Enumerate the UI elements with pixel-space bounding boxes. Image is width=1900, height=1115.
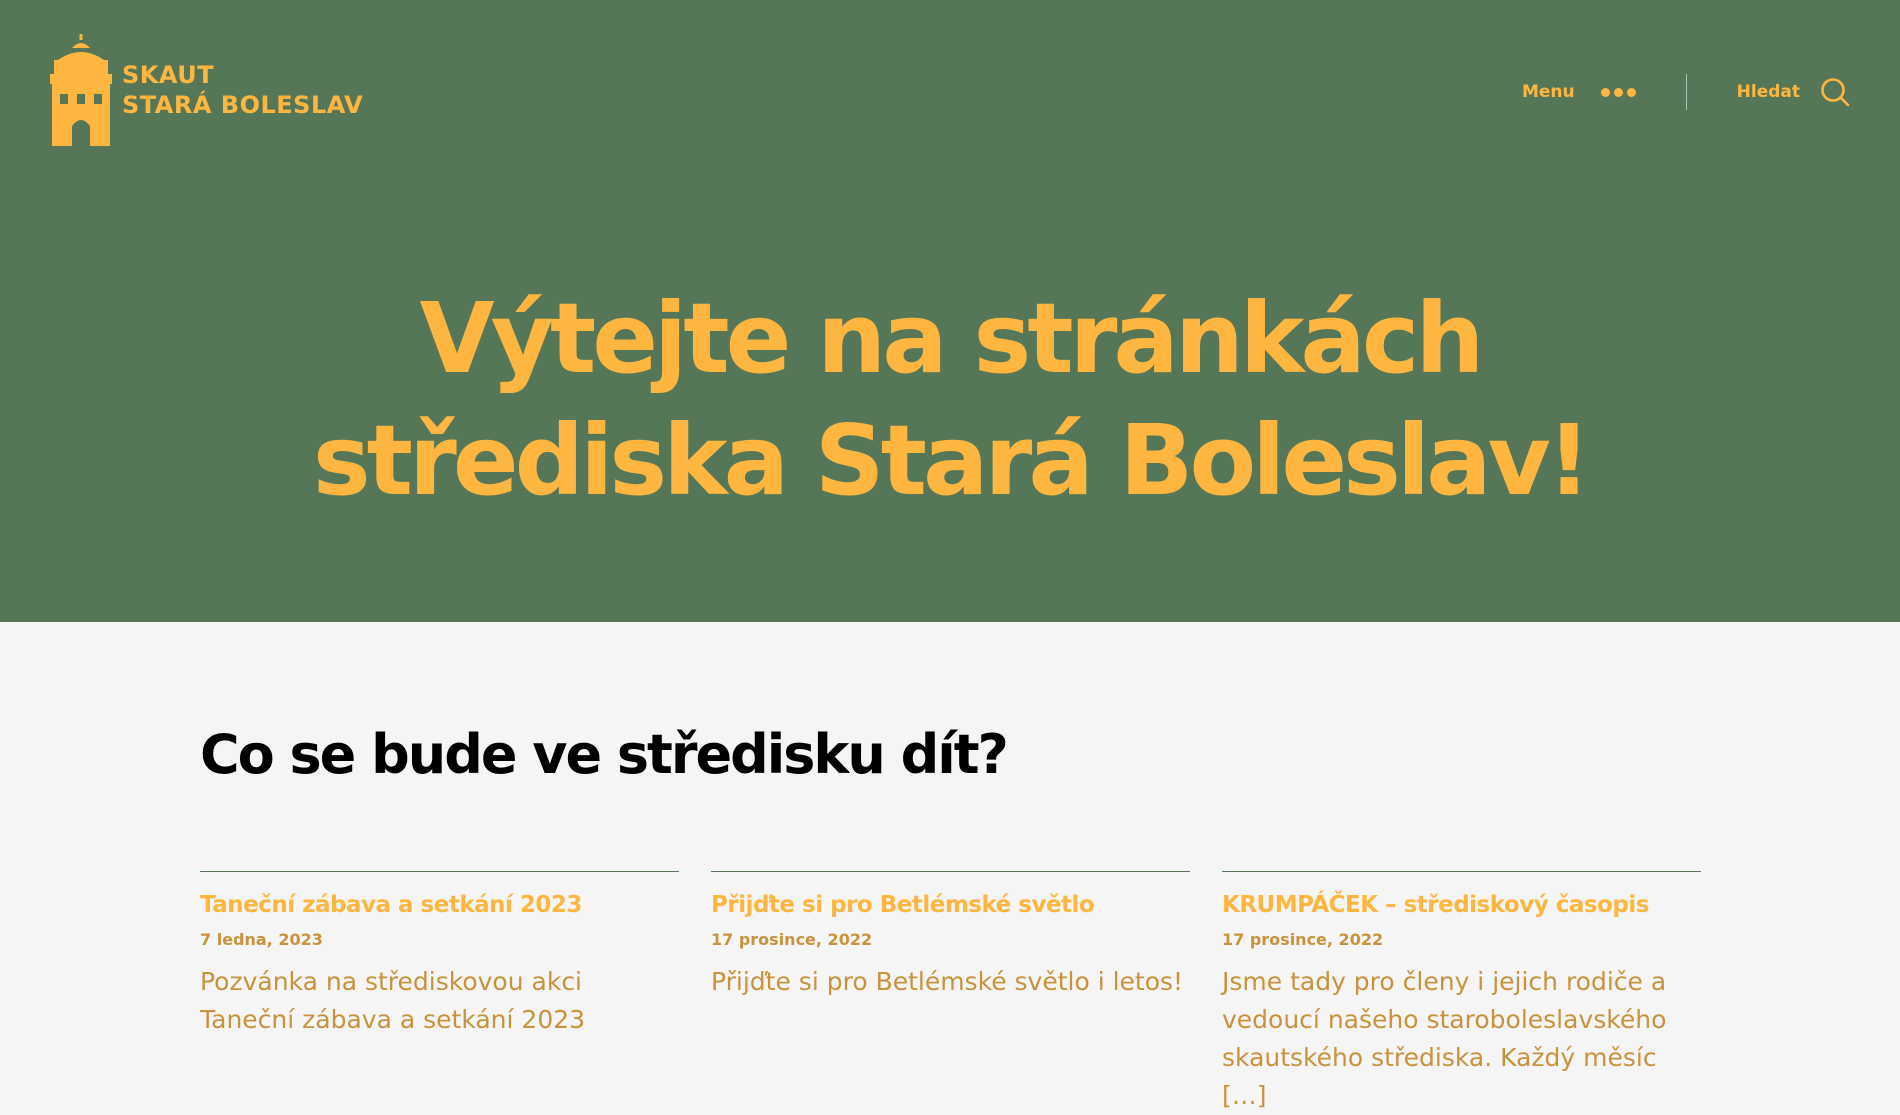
search-icon <box>1821 78 1850 107</box>
site-logo-link[interactable]: SKAUT STARÁ BOLESLAV <box>50 34 363 146</box>
post-excerpt: Přijďte si pro Betlémské světlo i letos! <box>711 967 1184 996</box>
menu-button[interactable]: Menu <box>1522 82 1636 102</box>
post-date: 17 prosince, 2022 <box>1222 930 1384 949</box>
search-label: Hledat <box>1736 82 1800 102</box>
post-excerpt: Jsme tady pro členy i jejich rodiče a ve… <box>1222 967 1667 1110</box>
header-divider <box>1685 74 1687 110</box>
post-excerpt: Pozvánka na střediskovou akci Taneční zá… <box>200 967 586 1034</box>
post-date: 17 prosince, 2022 <box>711 930 873 949</box>
hero-title: Výtejte na stránkách střediska Stará Bol… <box>0 278 1900 522</box>
more-dots-icon <box>1600 87 1636 97</box>
post-title-link[interactable]: Taneční zábava a setkání 2023 <box>200 890 679 920</box>
site-title: SKAUT STARÁ BOLESLAV <box>122 60 363 120</box>
post-title-link[interactable]: KRUMPÁČEK – střediskový časopis <box>1222 890 1701 920</box>
hero-title-line2: střediska Stará Boleslav! <box>312 404 1591 517</box>
site-header: SKAUT STARÁ BOLESLAV Menu Hledat Výtejte… <box>0 0 1900 622</box>
search-button[interactable]: Hledat <box>1737 77 1850 107</box>
section-title: Co se bude ve středisku dít? <box>200 723 1009 786</box>
menu-label: Menu <box>1521 82 1575 102</box>
post-grid: Taneční zábava a setkání 2023 7 ledna, 2… <box>200 871 1701 1115</box>
site-title-line2: STARÁ BOLESLAV <box>122 91 364 119</box>
site-title-line1: SKAUT <box>122 61 215 89</box>
header-toggles: Menu Hledat <box>1522 72 1850 112</box>
castle-tower-icon <box>50 34 112 146</box>
post-card: KRUMPÁČEK – střediskový časopis 17 prosi… <box>1222 871 1701 1115</box>
post-card: Taneční zábava a setkání 2023 7 ledna, 2… <box>200 871 679 1115</box>
post-card: Přijďte si pro Betlémské světlo 17 prosi… <box>711 871 1190 1115</box>
post-title-link[interactable]: Přijďte si pro Betlémské světlo <box>711 890 1190 920</box>
hero-title-line1: Výtejte na stránkách <box>419 282 1485 395</box>
post-date: 7 ledna, 2023 <box>200 930 323 949</box>
